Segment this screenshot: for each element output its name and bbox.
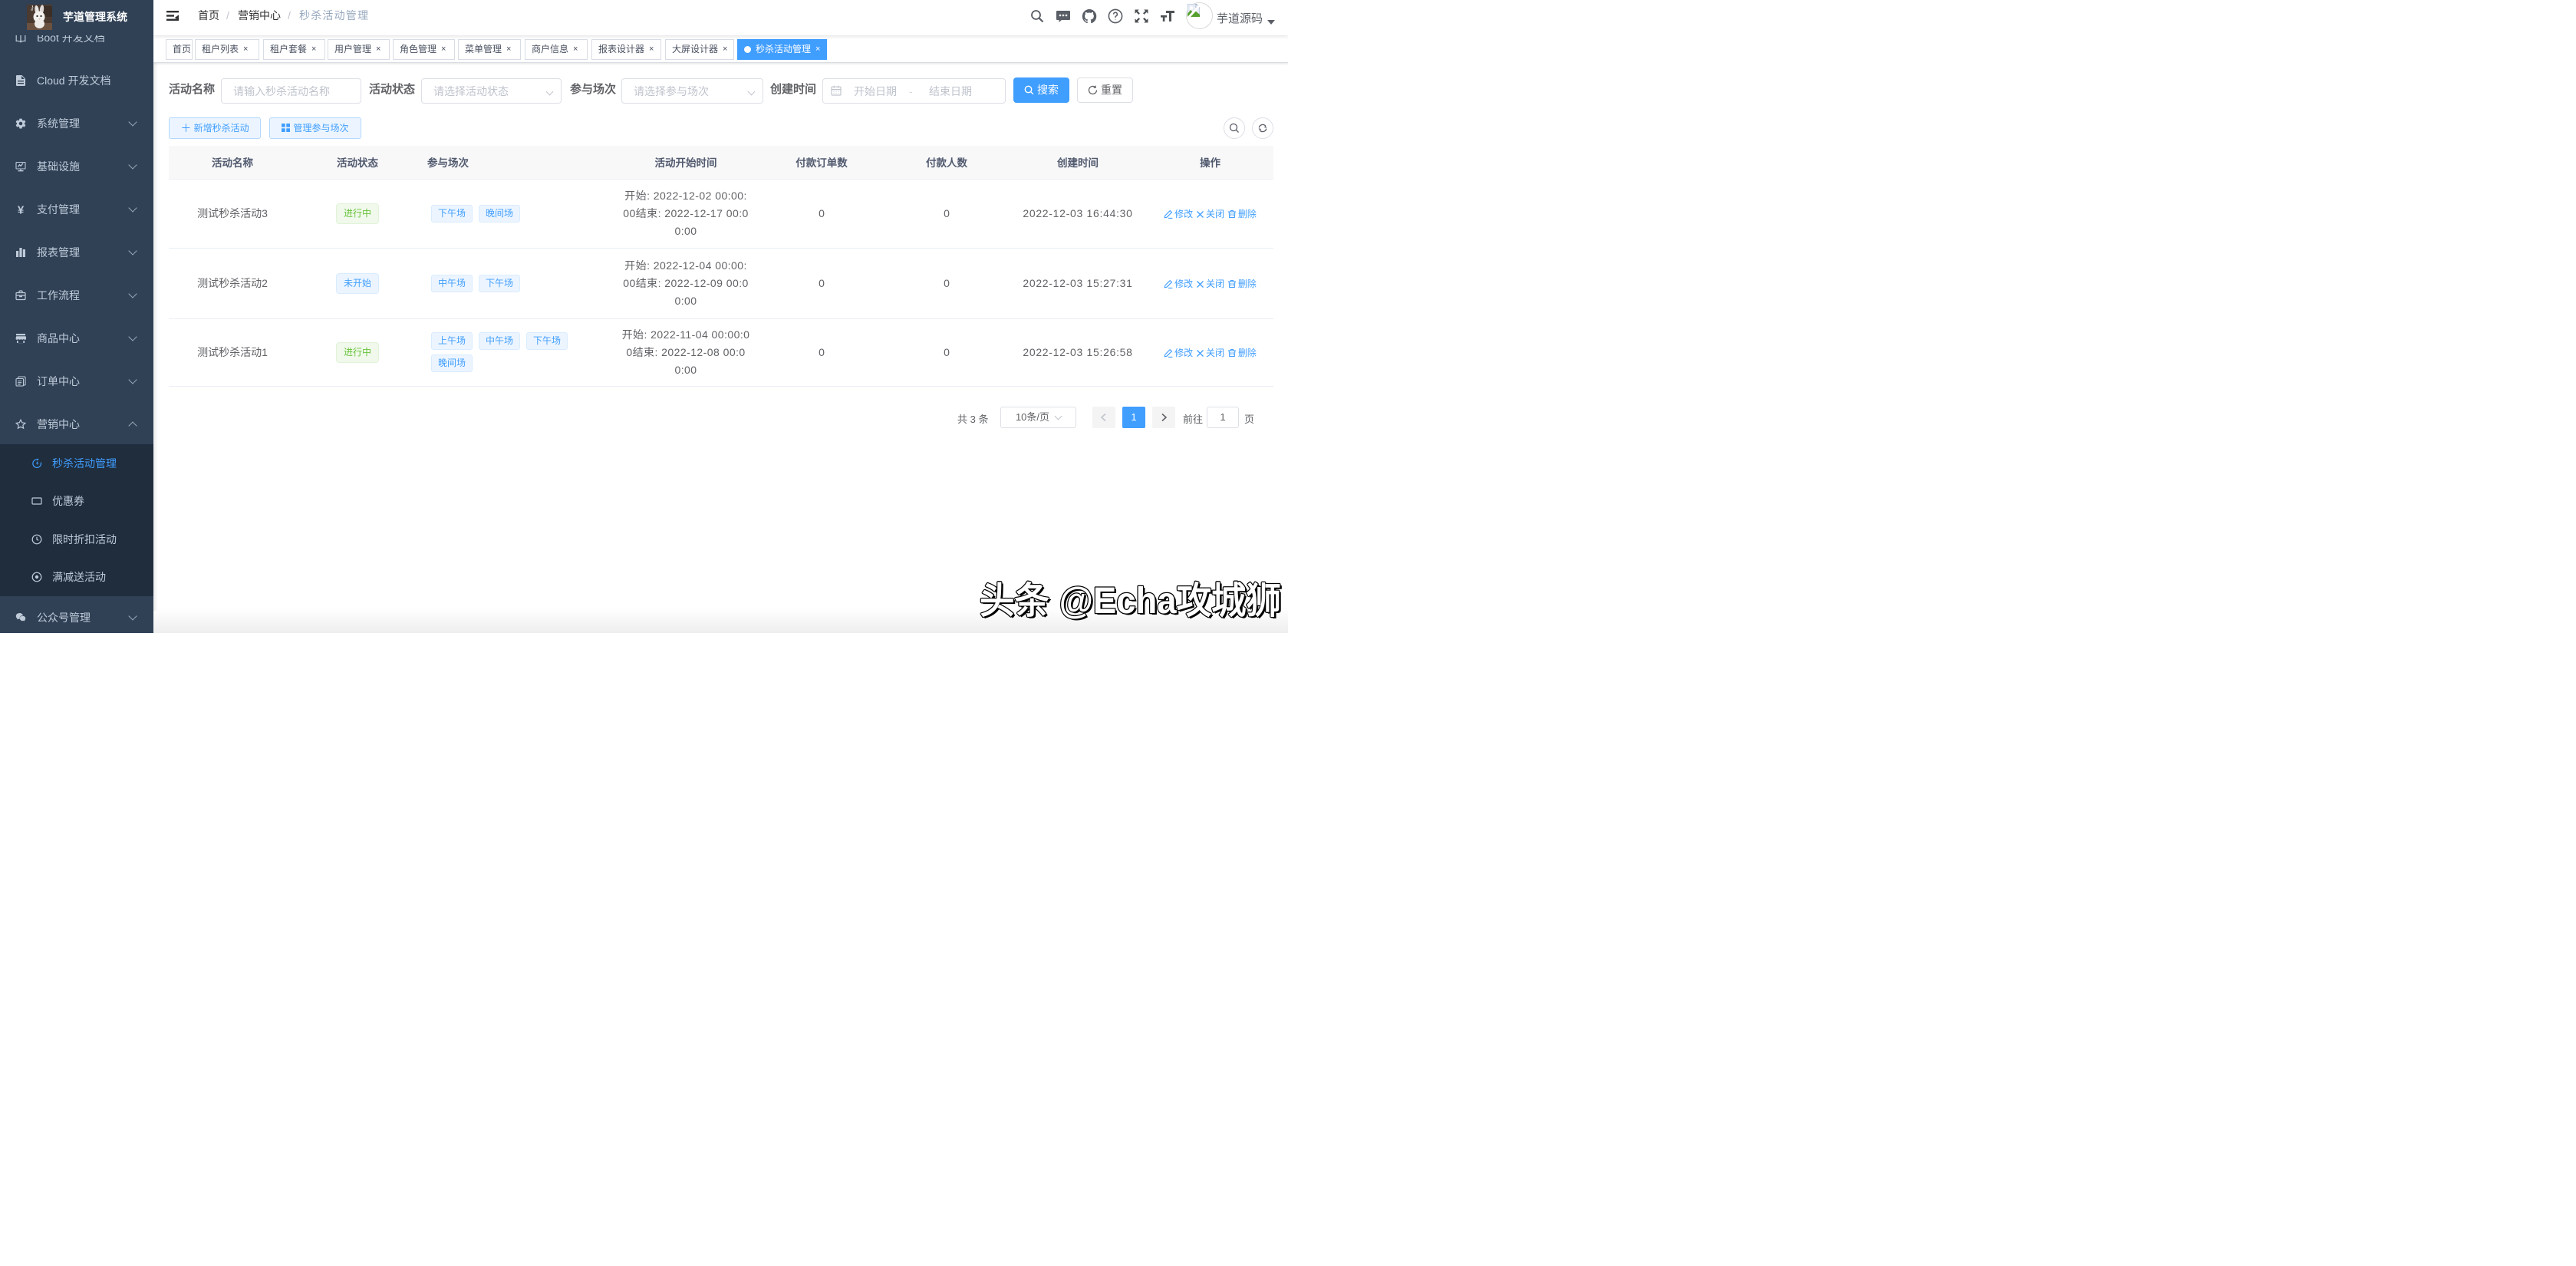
svg-text:头条 @Echa攻城狮: 头条 @Echa攻城狮 <box>980 581 1281 621</box>
svg-text:¥: ¥ <box>18 204 25 215</box>
